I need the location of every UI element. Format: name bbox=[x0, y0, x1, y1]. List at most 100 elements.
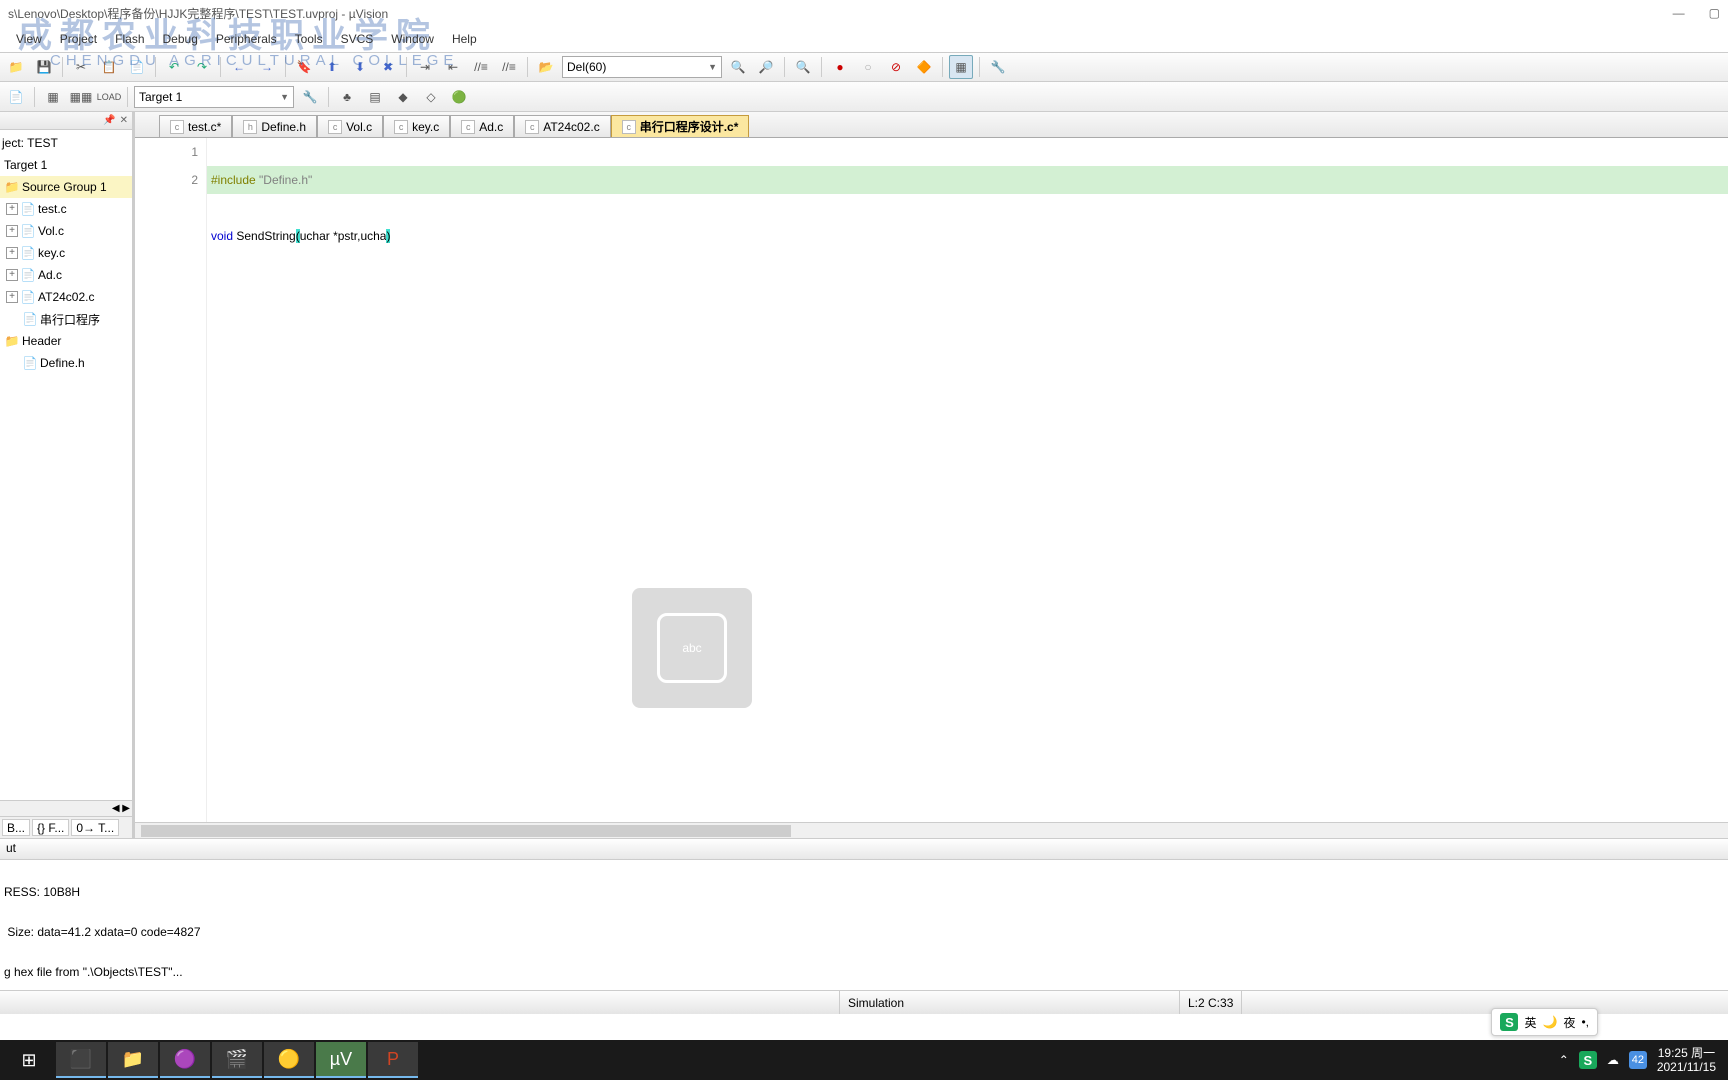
menu-peripherals[interactable]: Peripherals bbox=[208, 30, 285, 48]
find-button[interactable]: 🔍 bbox=[726, 55, 750, 79]
tree-file[interactable]: 📄Define.h bbox=[0, 352, 132, 374]
menu-flash[interactable]: Flash bbox=[107, 30, 152, 48]
uncomment-button[interactable]: //≡ bbox=[497, 55, 521, 79]
menu-window[interactable]: Window bbox=[383, 30, 442, 48]
tray-chevron-icon[interactable]: ⌃ bbox=[1559, 1053, 1569, 1067]
find-in-files-button[interactable]: 🔎 bbox=[754, 55, 778, 79]
copy-button[interactable]: 📋 bbox=[97, 55, 121, 79]
tab-test-c[interactable]: ctest.c* bbox=[159, 115, 232, 137]
batch-build-button[interactable]: LOAD bbox=[97, 85, 121, 109]
menu-debug[interactable]: Debug bbox=[155, 30, 206, 48]
taskbar-app-obs[interactable]: ⬛ bbox=[56, 1042, 106, 1078]
open-button[interactable]: 📁 bbox=[4, 55, 28, 79]
language-bar[interactable]: S 英 🌙 夜 •, bbox=[1491, 1008, 1598, 1036]
breakpoint-disable-button[interactable]: ○ bbox=[856, 55, 880, 79]
sidebar-hscroll[interactable]: ◀ ▶ bbox=[0, 800, 132, 816]
bookmark-button[interactable]: 🔖 bbox=[292, 55, 316, 79]
nav-back-button[interactable]: ← bbox=[227, 55, 251, 79]
pin-icon[interactable]: 📌 bbox=[103, 115, 115, 126]
download-button[interactable]: ◆ bbox=[391, 85, 415, 109]
search-combo[interactable]: Del(60) ▼ bbox=[562, 56, 722, 78]
tree-file[interactable]: +📄Ad.c bbox=[0, 264, 132, 286]
tab-serial-c[interactable]: c串行口程序设计.c* bbox=[611, 115, 750, 137]
undo-button[interactable]: ↶ bbox=[162, 55, 186, 79]
tab-vol-c[interactable]: cVol.c bbox=[317, 115, 383, 137]
window-layout-button[interactable]: ▦ bbox=[949, 55, 973, 79]
taskbar-app-uvision[interactable]: µV bbox=[316, 1042, 366, 1078]
tab-key-c[interactable]: ckey.c bbox=[383, 115, 450, 137]
redo-button[interactable]: ↷ bbox=[190, 55, 214, 79]
sidebar-tab-templates[interactable]: 0→ T... bbox=[71, 819, 119, 836]
nav-fwd-button[interactable]: → bbox=[255, 55, 279, 79]
taskbar-app-powerpoint[interactable]: P bbox=[368, 1042, 418, 1078]
breakpoint-toggle-button[interactable]: ● bbox=[828, 55, 852, 79]
project-tree[interactable]: ject: TEST Target 1 📁Source Group 1 +📄te… bbox=[0, 130, 132, 800]
close-icon[interactable]: ✕ bbox=[120, 115, 128, 126]
expand-icon[interactable]: + bbox=[6, 203, 18, 215]
tab-define-h[interactable]: hDefine.h bbox=[232, 115, 317, 137]
minimize-button[interactable]: — bbox=[1673, 6, 1685, 20]
tree-file[interactable]: +📄key.c bbox=[0, 242, 132, 264]
taskbar-app-eclipse[interactable]: 🟣 bbox=[160, 1042, 210, 1078]
scroll-thumb[interactable] bbox=[141, 825, 791, 837]
sogou-icon[interactable]: S bbox=[1500, 1013, 1518, 1031]
menu-tools[interactable]: Tools bbox=[287, 30, 331, 48]
options-button[interactable]: 🔧 bbox=[298, 85, 322, 109]
punct-icon[interactable]: •, bbox=[1581, 1015, 1589, 1029]
bookmark-clear-button[interactable]: ✖ bbox=[376, 55, 400, 79]
manage-packs-button[interactable]: ♣ bbox=[335, 85, 359, 109]
code-area[interactable]: 12 #include "Define.h" void SendString(u… bbox=[135, 138, 1728, 822]
expand-icon[interactable]: + bbox=[6, 269, 18, 281]
tray-onedrive-icon[interactable]: ☁ bbox=[1607, 1053, 1619, 1067]
tree-target[interactable]: Target 1 bbox=[0, 154, 132, 176]
tab-ad-c[interactable]: cAd.c bbox=[450, 115, 514, 137]
target-combo[interactable]: Target 1 ▼ bbox=[134, 86, 294, 108]
save-button[interactable]: 💾 bbox=[32, 55, 56, 79]
editor-hscroll[interactable] bbox=[135, 822, 1728, 838]
paste-button[interactable]: 📄 bbox=[125, 55, 149, 79]
translate-button[interactable]: 📄 bbox=[4, 85, 28, 109]
download-2-button[interactable]: ◇ bbox=[419, 85, 443, 109]
tree-file[interactable]: +📄AT24c02.c bbox=[0, 286, 132, 308]
build-output[interactable]: RESS: 10B8H Size: data=41.2 xdata=0 code… bbox=[0, 860, 1728, 990]
tree-file[interactable]: +📄test.c bbox=[0, 198, 132, 220]
expand-icon[interactable]: + bbox=[6, 225, 18, 237]
code-text[interactable]: #include "Define.h" void SendString(ucha… bbox=[207, 138, 1728, 822]
find-folder-button[interactable]: 📂 bbox=[534, 55, 558, 79]
indent-button[interactable]: ⇥ bbox=[413, 55, 437, 79]
tab-at24c02-c[interactable]: cAT24c02.c bbox=[514, 115, 610, 137]
build-button[interactable]: ▦ bbox=[41, 85, 65, 109]
configure-button[interactable]: 🔧 bbox=[986, 55, 1010, 79]
expand-icon[interactable]: + bbox=[6, 291, 18, 303]
taskbar-app-explorer[interactable]: 📁 bbox=[108, 1042, 158, 1078]
menu-help[interactable]: Help bbox=[444, 30, 485, 48]
tray-badge[interactable]: 42 bbox=[1629, 1051, 1647, 1069]
sidebar-tab-functions[interactable]: {} F... bbox=[32, 819, 69, 836]
breakpoint-window-button[interactable]: 🔶 bbox=[912, 55, 936, 79]
select-packs-button[interactable]: ▤ bbox=[363, 85, 387, 109]
rebuild-button[interactable]: ▦▦ bbox=[69, 85, 93, 109]
pack-installer-button[interactable]: 🟢 bbox=[447, 85, 471, 109]
tree-source-group[interactable]: 📁Source Group 1 bbox=[0, 176, 132, 198]
tree-header-group[interactable]: 📁Header bbox=[0, 330, 132, 352]
breakpoint-kill-button[interactable]: ⊘ bbox=[884, 55, 908, 79]
tree-project[interactable]: ject: TEST bbox=[0, 132, 132, 154]
maximize-button[interactable]: ▢ bbox=[1709, 6, 1720, 20]
tree-file[interactable]: +📄Vol.c bbox=[0, 220, 132, 242]
start-button[interactable]: ⊞ bbox=[4, 1042, 54, 1078]
menu-svcs[interactable]: SVCS bbox=[333, 30, 382, 48]
bookmark-next-button[interactable]: ⬇ bbox=[348, 55, 372, 79]
lang-mode[interactable]: 英 bbox=[1524, 1014, 1536, 1031]
sidebar-tab-books[interactable]: B... bbox=[2, 819, 30, 836]
tray-clock[interactable]: 19:25 周一2021/11/15 bbox=[1657, 1046, 1716, 1074]
menu-view[interactable]: View bbox=[8, 30, 50, 48]
expand-icon[interactable]: + bbox=[6, 247, 18, 259]
debug-button[interactable]: 🔍 bbox=[791, 55, 815, 79]
taskbar-app-player[interactable]: 🎬 bbox=[212, 1042, 262, 1078]
cut-button[interactable]: ✂ bbox=[69, 55, 93, 79]
bookmark-prev-button[interactable]: ⬆ bbox=[320, 55, 344, 79]
tray-sogou-icon[interactable]: S bbox=[1579, 1051, 1597, 1069]
outdent-button[interactable]: ⇤ bbox=[441, 55, 465, 79]
taskbar-app-sublime[interactable]: 🟡 bbox=[264, 1042, 314, 1078]
tree-file[interactable]: 📄串行口程序 bbox=[0, 308, 132, 330]
